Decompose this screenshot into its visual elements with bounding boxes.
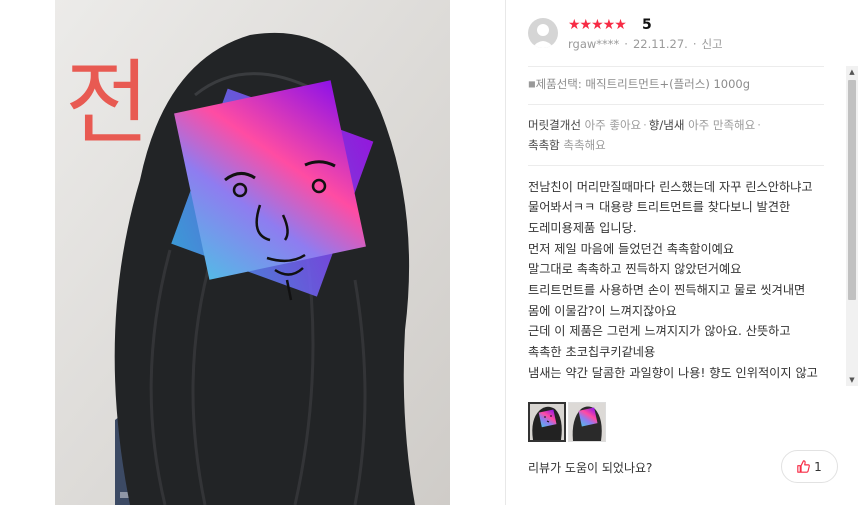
review-photo-image: 전 bbox=[55, 0, 450, 505]
review-photo: 전 bbox=[55, 0, 450, 505]
thumbnail-image bbox=[530, 404, 564, 440]
report-link[interactable]: 신고 bbox=[701, 37, 722, 51]
review-panel: ★★★★★ 5 rgaw**** · 22.11.27. · 신고 ■제품선택: 매직트… bbox=[505, 0, 860, 505]
product-option: ■제품선택: 매직트리트먼트+(플러스) 1000g bbox=[528, 67, 824, 104]
eval-separator: · bbox=[757, 117, 761, 132]
like-button[interactable]: 1 bbox=[781, 450, 838, 483]
scroll-thumb[interactable] bbox=[848, 80, 856, 300]
scroll-down-arrow-icon[interactable]: ▼ bbox=[846, 374, 858, 386]
thumbnail[interactable] bbox=[568, 402, 606, 442]
username: rgaw**** bbox=[568, 37, 620, 51]
meta-separator: · bbox=[624, 37, 628, 51]
eval-key: 머릿결개선 bbox=[528, 117, 581, 132]
handwritten-text: 전 bbox=[65, 50, 150, 157]
review-content: ■제품선택: 매직트리트먼트+(플러스) 1000g 머릿결개선 아주 좋아요 ·… bbox=[528, 66, 824, 386]
reviewer-info: ★★★★★ 5 rgaw**** · 22.11.27. · 신고 bbox=[528, 16, 838, 56]
review-date: 22.11.27. bbox=[632, 37, 688, 51]
review-meta: rgaw**** · 22.11.27. · 신고 bbox=[568, 36, 723, 52]
meta-separator: · bbox=[692, 37, 697, 51]
thumbnail-selected[interactable] bbox=[528, 402, 566, 442]
thumbnail-image bbox=[569, 403, 605, 441]
user-icon bbox=[532, 24, 554, 48]
eval-key: 향/냄새 bbox=[648, 117, 685, 132]
eval-key: 촉촉함 bbox=[528, 137, 560, 152]
photo-viewer: 전 bbox=[0, 0, 505, 505]
scrollbar[interactable]: ▲ ▼ bbox=[846, 66, 858, 386]
bullet-icon: ■ bbox=[528, 79, 536, 89]
eval-value: 아주 만족해요 bbox=[688, 117, 756, 132]
avatar bbox=[528, 18, 558, 48]
eval-separator: · bbox=[643, 117, 647, 132]
product-option-text: 제품선택: 매직트리트먼트+(플러스) 1000g bbox=[535, 77, 751, 91]
review-body: 전남친이 머리만질때마다 린스했는데 자꾸 린스안하냐고 물어봐서ㅋㅋ 대용량 … bbox=[528, 179, 818, 380]
review-content-scroll[interactable]: ■제품선택: 매직트리트먼트+(플러스) 1000g 머릿결개선 아주 좋아요 ·… bbox=[506, 66, 860, 386]
scroll-up-arrow-icon[interactable]: ▲ bbox=[846, 66, 858, 78]
like-count: 1 bbox=[814, 459, 822, 474]
helpful-question: 리뷰가 도움이 되었나요? bbox=[528, 461, 653, 475]
thumbs-up-icon bbox=[797, 460, 811, 473]
rating-score: 5 bbox=[642, 17, 652, 33]
star-rating: ★★★★★ bbox=[568, 17, 627, 33]
eval-value: 아주 좋아요 bbox=[584, 117, 642, 132]
evaluation-summary: 머릿결개선 아주 좋아요 · 향/냄새 아주 만족해요 · 촉촉함 촉촉해요 bbox=[528, 105, 824, 165]
eval-value: 촉촉해요 bbox=[563, 137, 606, 152]
